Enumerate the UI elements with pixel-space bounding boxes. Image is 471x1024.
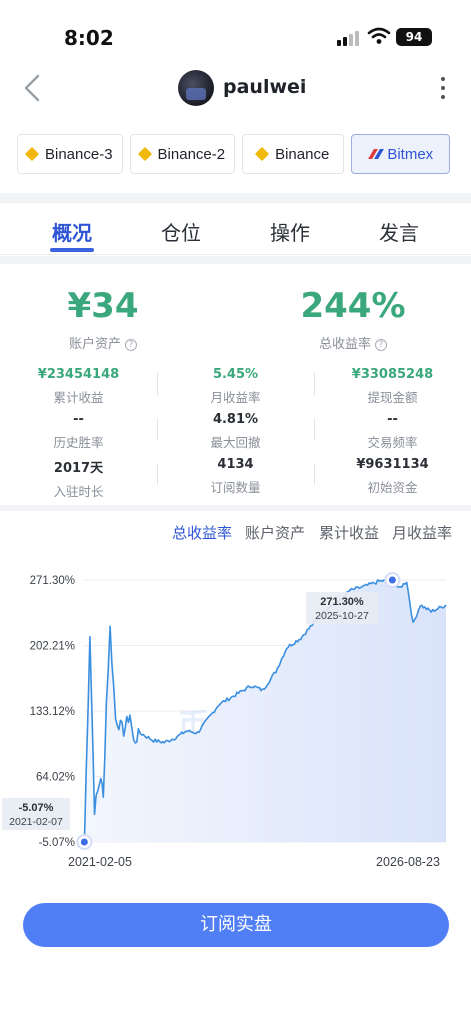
- stat-label: 月收益率: [210, 390, 261, 405]
- exchange-chip-binance-2[interactable]: Binance-2: [129, 134, 236, 174]
- y-tick-label: 133.12%: [30, 706, 75, 718]
- bitmex-icon: [368, 149, 382, 159]
- exchange-label: Binance: [275, 145, 330, 163]
- binance-icon: [24, 146, 40, 162]
- stat-subscriptions: 4134 订阅数量: [157, 457, 314, 496]
- exchange-chip-bitmex[interactable]: Bitmex: [351, 134, 451, 174]
- status-bar: 8:02 94: [0, 0, 471, 70]
- exchange-chip-binance[interactable]: Binance: [242, 134, 345, 174]
- filter-account-assets[interactable]: 账户资产: [245, 522, 305, 543]
- stat-withdrawal-amount: ¥33085248 提现金额: [314, 367, 471, 406]
- stat-max-drawdown: 4.81% 最大回撤: [157, 412, 314, 451]
- tab-active-indicator: [50, 248, 94, 252]
- grid-divider: [157, 418, 158, 440]
- y-tick-label: 64.02%: [36, 772, 75, 784]
- help-icon[interactable]: ?: [125, 339, 137, 351]
- tab-overview[interactable]: 概况: [52, 217, 92, 246]
- stat-label: 订阅数量: [210, 480, 261, 495]
- grid-divider: [157, 373, 158, 395]
- stat-label: 累计收益: [53, 390, 104, 405]
- stat-label: 入驻时长: [53, 484, 104, 499]
- tab-operations[interactable]: 操作: [270, 217, 310, 246]
- back-button[interactable]: [18, 72, 48, 104]
- stat-trade-frequency: -- 交易频率: [314, 412, 471, 451]
- stat-label: 初始资金: [367, 480, 418, 495]
- stat-label: 提现金额: [367, 390, 418, 405]
- filter-cumulative-profit[interactable]: 累计收益: [319, 522, 379, 543]
- subscribe-button[interactable]: 订阅实盘: [23, 903, 449, 947]
- stat-days-joined: 2017天入驻时长: [0, 457, 157, 500]
- series-area: [84, 578, 446, 843]
- grid-divider: [314, 418, 315, 440]
- section-divider: [0, 256, 471, 264]
- grid-divider: [157, 463, 158, 485]
- section-divider: [0, 193, 471, 203]
- account-assets-label: 账户资产?: [3, 333, 203, 352]
- stat-label: 历史胜率: [53, 435, 104, 450]
- total-return-label: 总收益率?: [253, 333, 453, 352]
- chevron-left-icon: [24, 74, 40, 102]
- stat-cumulative-profit: ¥23454148 累计收益: [0, 367, 157, 406]
- grid-divider: [314, 373, 315, 395]
- stat-value: 2017天: [53, 461, 104, 476]
- stat-label: 最大回撤: [210, 435, 261, 450]
- exchange-label: Bitmex: [387, 145, 434, 163]
- stat-value: ¥9631134: [356, 457, 429, 472]
- account-assets-value: ¥34: [67, 286, 139, 326]
- stat-value: 5.45%: [212, 367, 259, 382]
- chart-marker-dot: [80, 838, 88, 846]
- more-dots-icon: [441, 77, 445, 81]
- stat-value: --: [387, 412, 398, 427]
- exchange-label: Binance-3: [45, 145, 113, 163]
- chart-tooltip-date: 2021-02-07: [9, 816, 63, 828]
- stat-label: 交易频率: [367, 435, 418, 450]
- stat-monthly-return: 5.45% 月收益率: [157, 367, 314, 406]
- y-tick-label: 271.30%: [30, 575, 75, 587]
- wifi-icon: [367, 27, 391, 45]
- battery-icon: 94: [396, 28, 432, 46]
- stat-value: 4.81%: [212, 412, 259, 427]
- tab-bar: 概况 仓位 操作 发言: [0, 203, 471, 255]
- grid-divider: [314, 463, 315, 485]
- tab-posts[interactable]: 发言: [379, 217, 419, 246]
- total-return-value: 244%: [300, 286, 406, 326]
- header: paulwei: [0, 62, 471, 116]
- x-tick-label: 2026-08-23: [376, 855, 440, 869]
- y-tick-label: -5.07%: [39, 837, 75, 849]
- return-chart-svg: 271.30% 202.21% 133.12% 64.02% -5.07% 2021-02…: [2, 572, 447, 869]
- total-return-label-text: 总收益率: [318, 337, 371, 352]
- more-options-button[interactable]: [437, 74, 449, 104]
- avatar[interactable]: [178, 70, 214, 106]
- chart-tooltip-value: -5.07%: [19, 802, 54, 814]
- exchange-selector: Binance-3 Binance-2 Binance Bitmex: [17, 134, 451, 174]
- stat-win-rate: -- 历史胜率: [0, 412, 157, 451]
- stat-value: ¥33085248: [351, 367, 434, 382]
- stat-value: --: [73, 412, 84, 427]
- account-assets-label-text: 账户资产: [68, 337, 121, 352]
- filter-monthly-return[interactable]: 月收益率: [392, 522, 452, 543]
- cellular-signal-icon: [337, 30, 361, 46]
- y-tick-label: 202.21%: [30, 640, 75, 652]
- stat-initial-capital: ¥9631134 初始资金: [314, 457, 471, 496]
- binance-icon: [137, 146, 152, 162]
- stat-value: 4134: [217, 457, 254, 472]
- exchange-chip-binance-3[interactable]: Binance-3: [17, 134, 123, 174]
- chart-marker-dot: [388, 576, 396, 584]
- section-divider: [0, 505, 471, 511]
- x-tick-label: 2021-02-05: [68, 855, 132, 869]
- username: paulwei: [223, 76, 307, 98]
- status-time: 8:02: [64, 26, 114, 50]
- return-chart[interactable]: 271.30% 202.21% 133.12% 64.02% -5.07% 2021-02…: [0, 560, 471, 880]
- binance-icon: [255, 146, 270, 162]
- chart-tooltip-date: 2025-10-27: [315, 610, 369, 622]
- chart-filter-bar: 总收益率 账户资产 累计收益 月收益率: [0, 522, 471, 544]
- exchange-label: Binance-2: [157, 145, 226, 163]
- filter-total-return[interactable]: 总收益率: [172, 522, 232, 543]
- help-icon[interactable]: ?: [375, 339, 387, 351]
- stat-value: ¥23454148: [37, 367, 120, 382]
- tab-positions[interactable]: 仓位: [161, 217, 201, 246]
- chart-tooltip-value: 271.30%: [320, 596, 364, 608]
